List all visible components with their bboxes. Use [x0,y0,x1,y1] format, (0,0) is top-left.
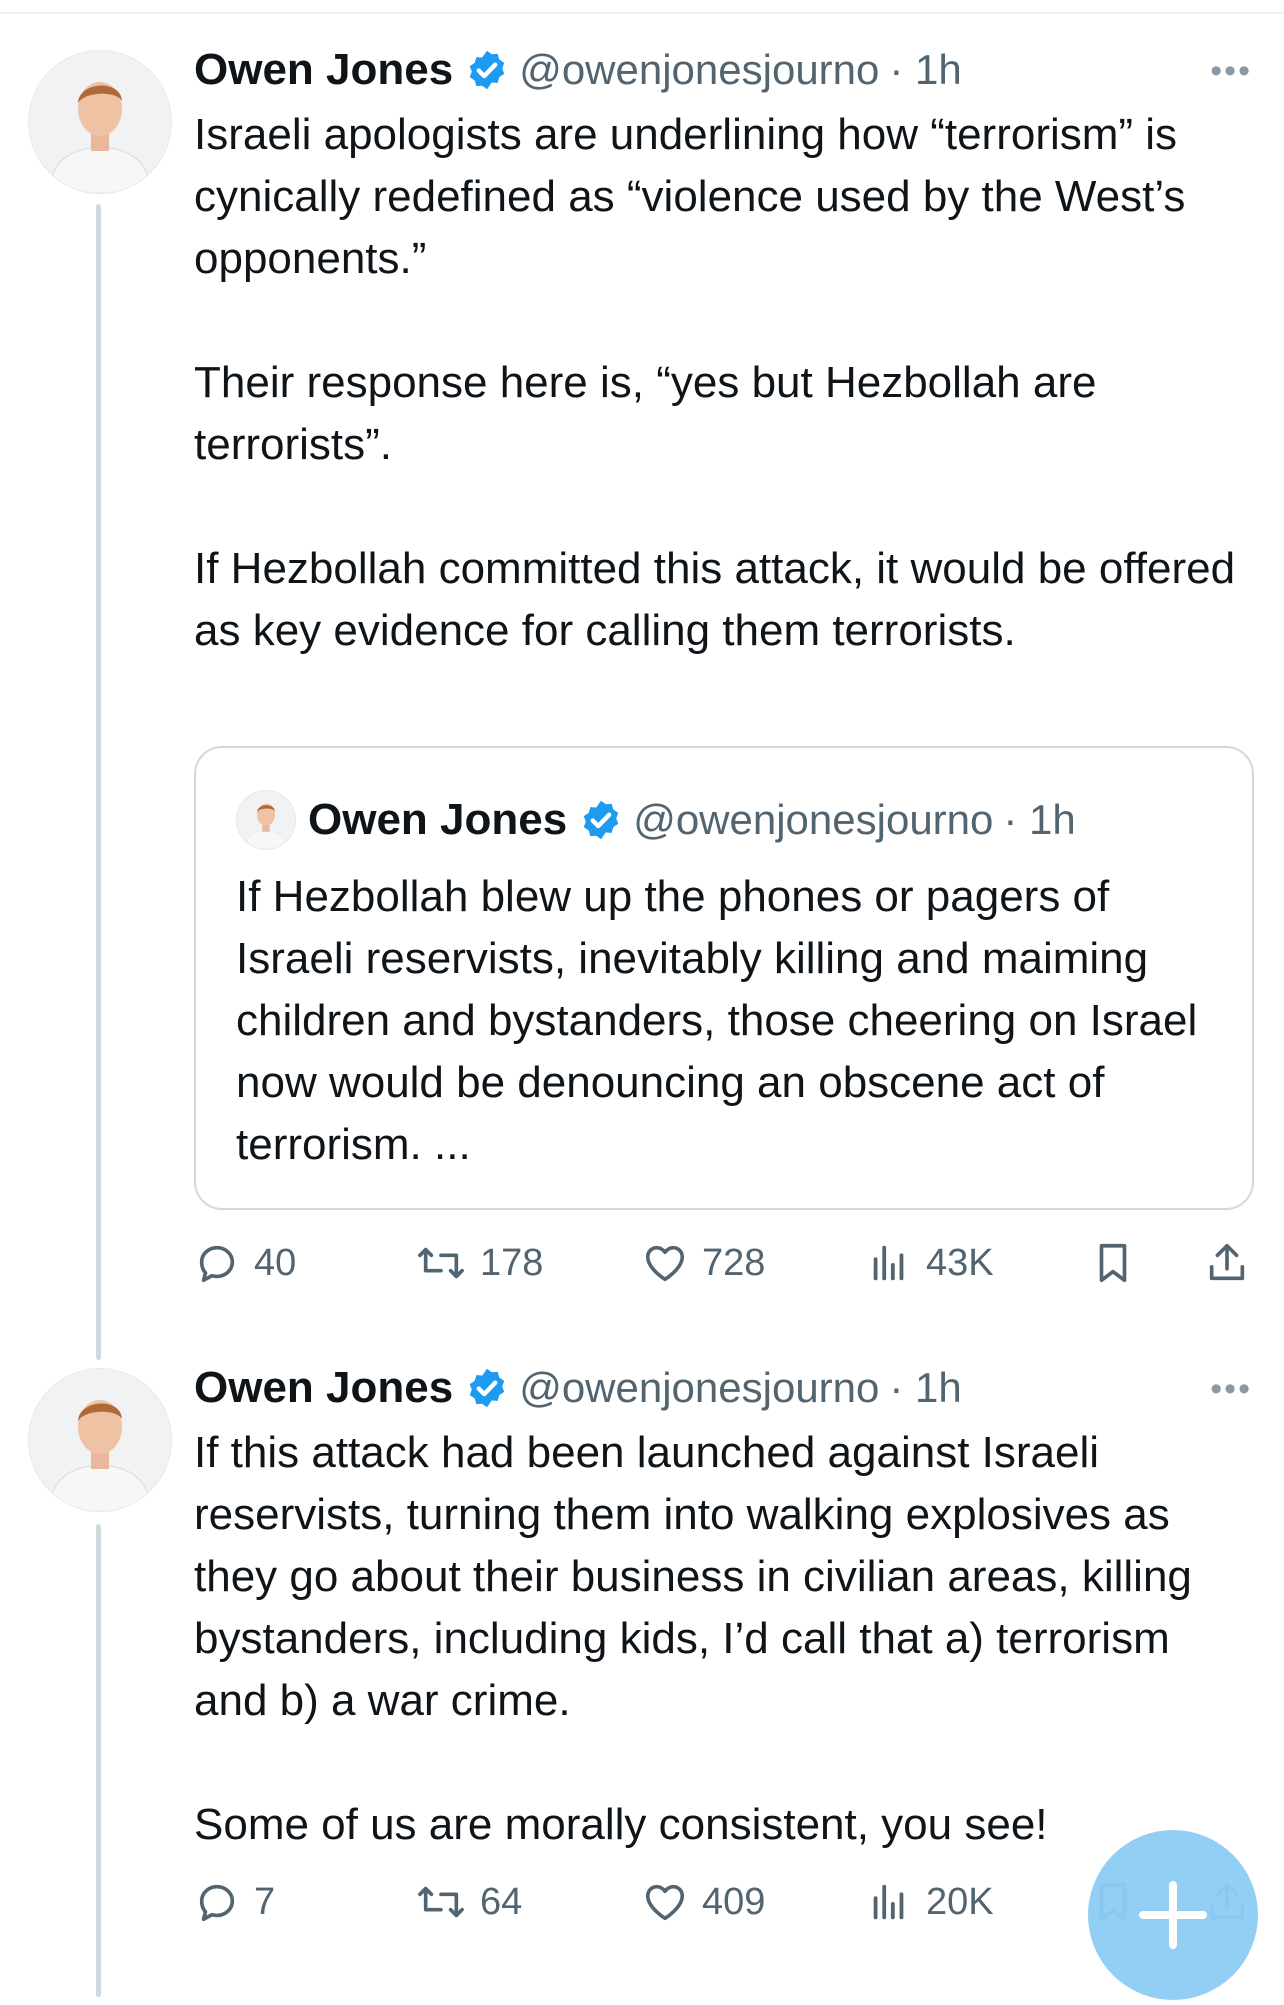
avatar[interactable] [28,50,172,194]
like-button[interactable]: 409 [642,1872,765,1932]
author-handle[interactable]: @owenjonesjourno [519,1364,879,1412]
bookmark-button[interactable] [1090,1233,1136,1293]
avatar-photo [29,1369,171,1511]
repost-icon [418,1247,464,1279]
quoted-avatar [236,790,296,850]
tweet-time[interactable]: · 1h [889,46,961,94]
views-button[interactable]: 20K [866,1872,994,1932]
reply-count: 7 [254,1880,276,1923]
tweet-text: If this attack had been launched against… [194,1428,1192,1849]
tweet-time[interactable]: · 1h [889,1364,961,1412]
verified-badge-icon [469,50,505,90]
share-icon [1209,1243,1245,1281]
share-button[interactable] [1204,1233,1250,1293]
reply-icon [199,1245,235,1283]
views-count: 43K [926,1241,994,1284]
like-count: 728 [702,1241,766,1284]
verified-badge-icon [583,800,619,840]
author-name[interactable]: Owen Jones [194,45,453,95]
views-icon [873,1245,904,1281]
quoted-author-name: Owen Jones [308,795,568,844]
views-count: 20K [926,1880,994,1923]
more-horizontal-icon[interactable]: ••• [1210,1370,1252,1409]
tweet-header: Owen Jones @owenjonesjourno · 1h [194,1360,962,1416]
tweet-header: Owen Jones @owenjonesjourno · 1h [194,42,962,98]
reply-icon [199,1884,235,1922]
tweet-text: Israeli apologists are underlining how “… [194,110,1236,655]
quoted-avatar-photo [237,791,295,849]
action-bar: 40 178 728 43K [194,1233,1254,1293]
reply-button[interactable]: 40 [194,1233,296,1293]
avatar[interactable] [28,1368,172,1512]
views-icon [873,1884,904,1920]
heart-icon [645,1245,685,1282]
repost-icon [418,1886,464,1918]
repost-count: 178 [480,1241,544,1284]
like-count: 409 [702,1880,766,1923]
views-button[interactable]: 43K [866,1233,994,1293]
thread-line [96,204,101,1360]
repost-button[interactable]: 64 [416,1872,522,1932]
author-handle[interactable]: @owenjonesjourno [519,46,879,94]
quoted-author-handle: @owenjonesjourno [633,796,994,843]
heart-icon [645,1884,685,1921]
like-button[interactable]: 728 [642,1233,765,1293]
compose-plus-icon [1139,1881,1207,1949]
avatar-photo [29,51,171,193]
repost-button[interactable]: 178 [416,1233,543,1293]
repost-count: 64 [480,1880,523,1923]
quoted-tweet-text: If Hezbollah blew up the phones or pager… [236,872,1210,1169]
bookmark-icon [1099,1243,1127,1283]
compose-button[interactable] [1088,1830,1258,2000]
quoted-tweet[interactable]: Owen Jones @owenjonesjourno · 1h If Hezb… [194,746,1254,1210]
top-divider [0,12,1284,14]
more-horizontal-icon[interactable]: ••• [1210,52,1252,91]
verified-badge-icon [469,1368,505,1408]
reply-button[interactable]: 7 [194,1872,275,1932]
quoted-tweet-time: · 1h [1003,796,1076,843]
reply-count: 40 [254,1241,297,1284]
author-name[interactable]: Owen Jones [194,1363,453,1413]
quoted-header: Owen Jones @owenjonesjourno · 1h [308,792,1076,848]
thread-line [96,1524,101,1997]
